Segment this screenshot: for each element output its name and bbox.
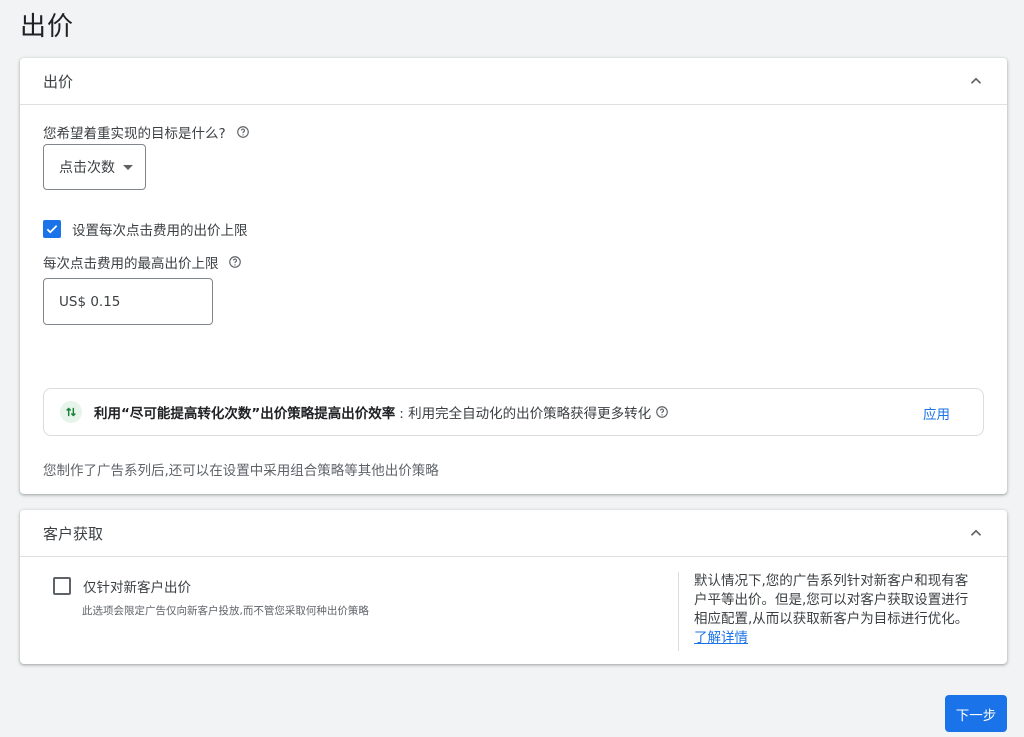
goal-label: 您希望着重实现的目标是什么? — [43, 122, 250, 142]
goal-label-text: 您希望着重实现的目标是什么? — [43, 126, 226, 142]
goal-select[interactable]: 点击次数 — [43, 144, 146, 190]
help-icon[interactable] — [655, 405, 669, 419]
max-cpc-label-text: 每次点击费用的最高出价上限 — [43, 256, 219, 272]
bidding-card-header[interactable]: 出价 — [20, 58, 1007, 105]
acquisition-card-title: 客户获取 — [43, 524, 104, 543]
recommendation-banner: 利用“尽可能提高转化次数”出价策略提高出价效率 : 利用完全自动化的出价策略获得… — [43, 388, 984, 436]
new-customers-checkbox-row[interactable]: 仅针对新客户出价 — [53, 576, 191, 596]
cpc-cap-checkbox-label: 设置每次点击费用的出价上限 — [72, 223, 248, 239]
trending-arrows-icon — [60, 401, 82, 423]
help-icon[interactable] — [228, 255, 242, 269]
goal-select-value: 点击次数 — [59, 160, 115, 176]
customer-acquisition-card: 客户获取 仅针对新客户出价 此选项会限定广告仅向新客户投放,而不管您采取何种出价… — [20, 510, 1007, 664]
apply-recommendation-link[interactable]: 应用 — [923, 403, 950, 423]
help-icon[interactable] — [236, 125, 250, 139]
max-cpc-label: 每次点击费用的最高出价上限 — [43, 252, 242, 272]
acquisition-help-body: 默认情况下,您的广告系列针对新客户和现有客户平等出价。但是,您可以对客户获取设置… — [694, 573, 969, 627]
learn-more-link[interactable]: 了解详情 — [694, 630, 748, 646]
bidding-card: 出价 您希望着重实现的目标是什么? 点击次数 设置每次点击费用的出价上限 每次点… — [20, 58, 1007, 494]
bidding-card-title: 出价 — [43, 72, 74, 91]
recommendation-body-text: : 利用完全自动化的出价策略获得更多转化 — [399, 406, 652, 422]
acquisition-help-text: 默认情况下,您的广告系列针对新客户和现有客户平等出价。但是,您可以对客户获取设置… — [694, 572, 979, 648]
cpc-cap-checkbox-row[interactable]: 设置每次点击费用的出价上限 — [43, 219, 248, 239]
divider — [678, 572, 679, 651]
new-customers-checkbox-label: 仅针对新客户出价 — [83, 580, 191, 596]
dropdown-arrow-icon — [123, 164, 133, 170]
next-button[interactable]: 下一步 — [945, 695, 1007, 732]
recommendation-bold-text: 利用“尽可能提高转化次数”出价策略提高出价效率 — [94, 406, 396, 422]
chevron-up-icon[interactable] — [967, 72, 985, 90]
max-cpc-input-value: US$ 0.15 — [59, 293, 121, 310]
page-title: 出价 — [20, 12, 75, 42]
checkmark-icon — [46, 225, 58, 234]
cpc-cap-checkbox[interactable] — [43, 220, 61, 238]
recommendation-text: 利用“尽可能提高转化次数”出价策略提高出价效率 : 利用完全自动化的出价策略获得… — [94, 402, 669, 422]
new-customers-checkbox[interactable] — [53, 577, 71, 595]
max-cpc-input[interactable]: US$ 0.15 — [43, 278, 213, 325]
chevron-up-icon[interactable] — [967, 524, 985, 542]
acquisition-card-header[interactable]: 客户获取 — [20, 510, 1007, 557]
bidding-footnote: 您制作了广告系列后,还可以在设置中采用组合策略等其他出价策略 — [43, 463, 439, 479]
new-customers-description: 此选项会限定广告仅向新客户投放,而不管您采取何种出价策略 — [82, 605, 369, 617]
